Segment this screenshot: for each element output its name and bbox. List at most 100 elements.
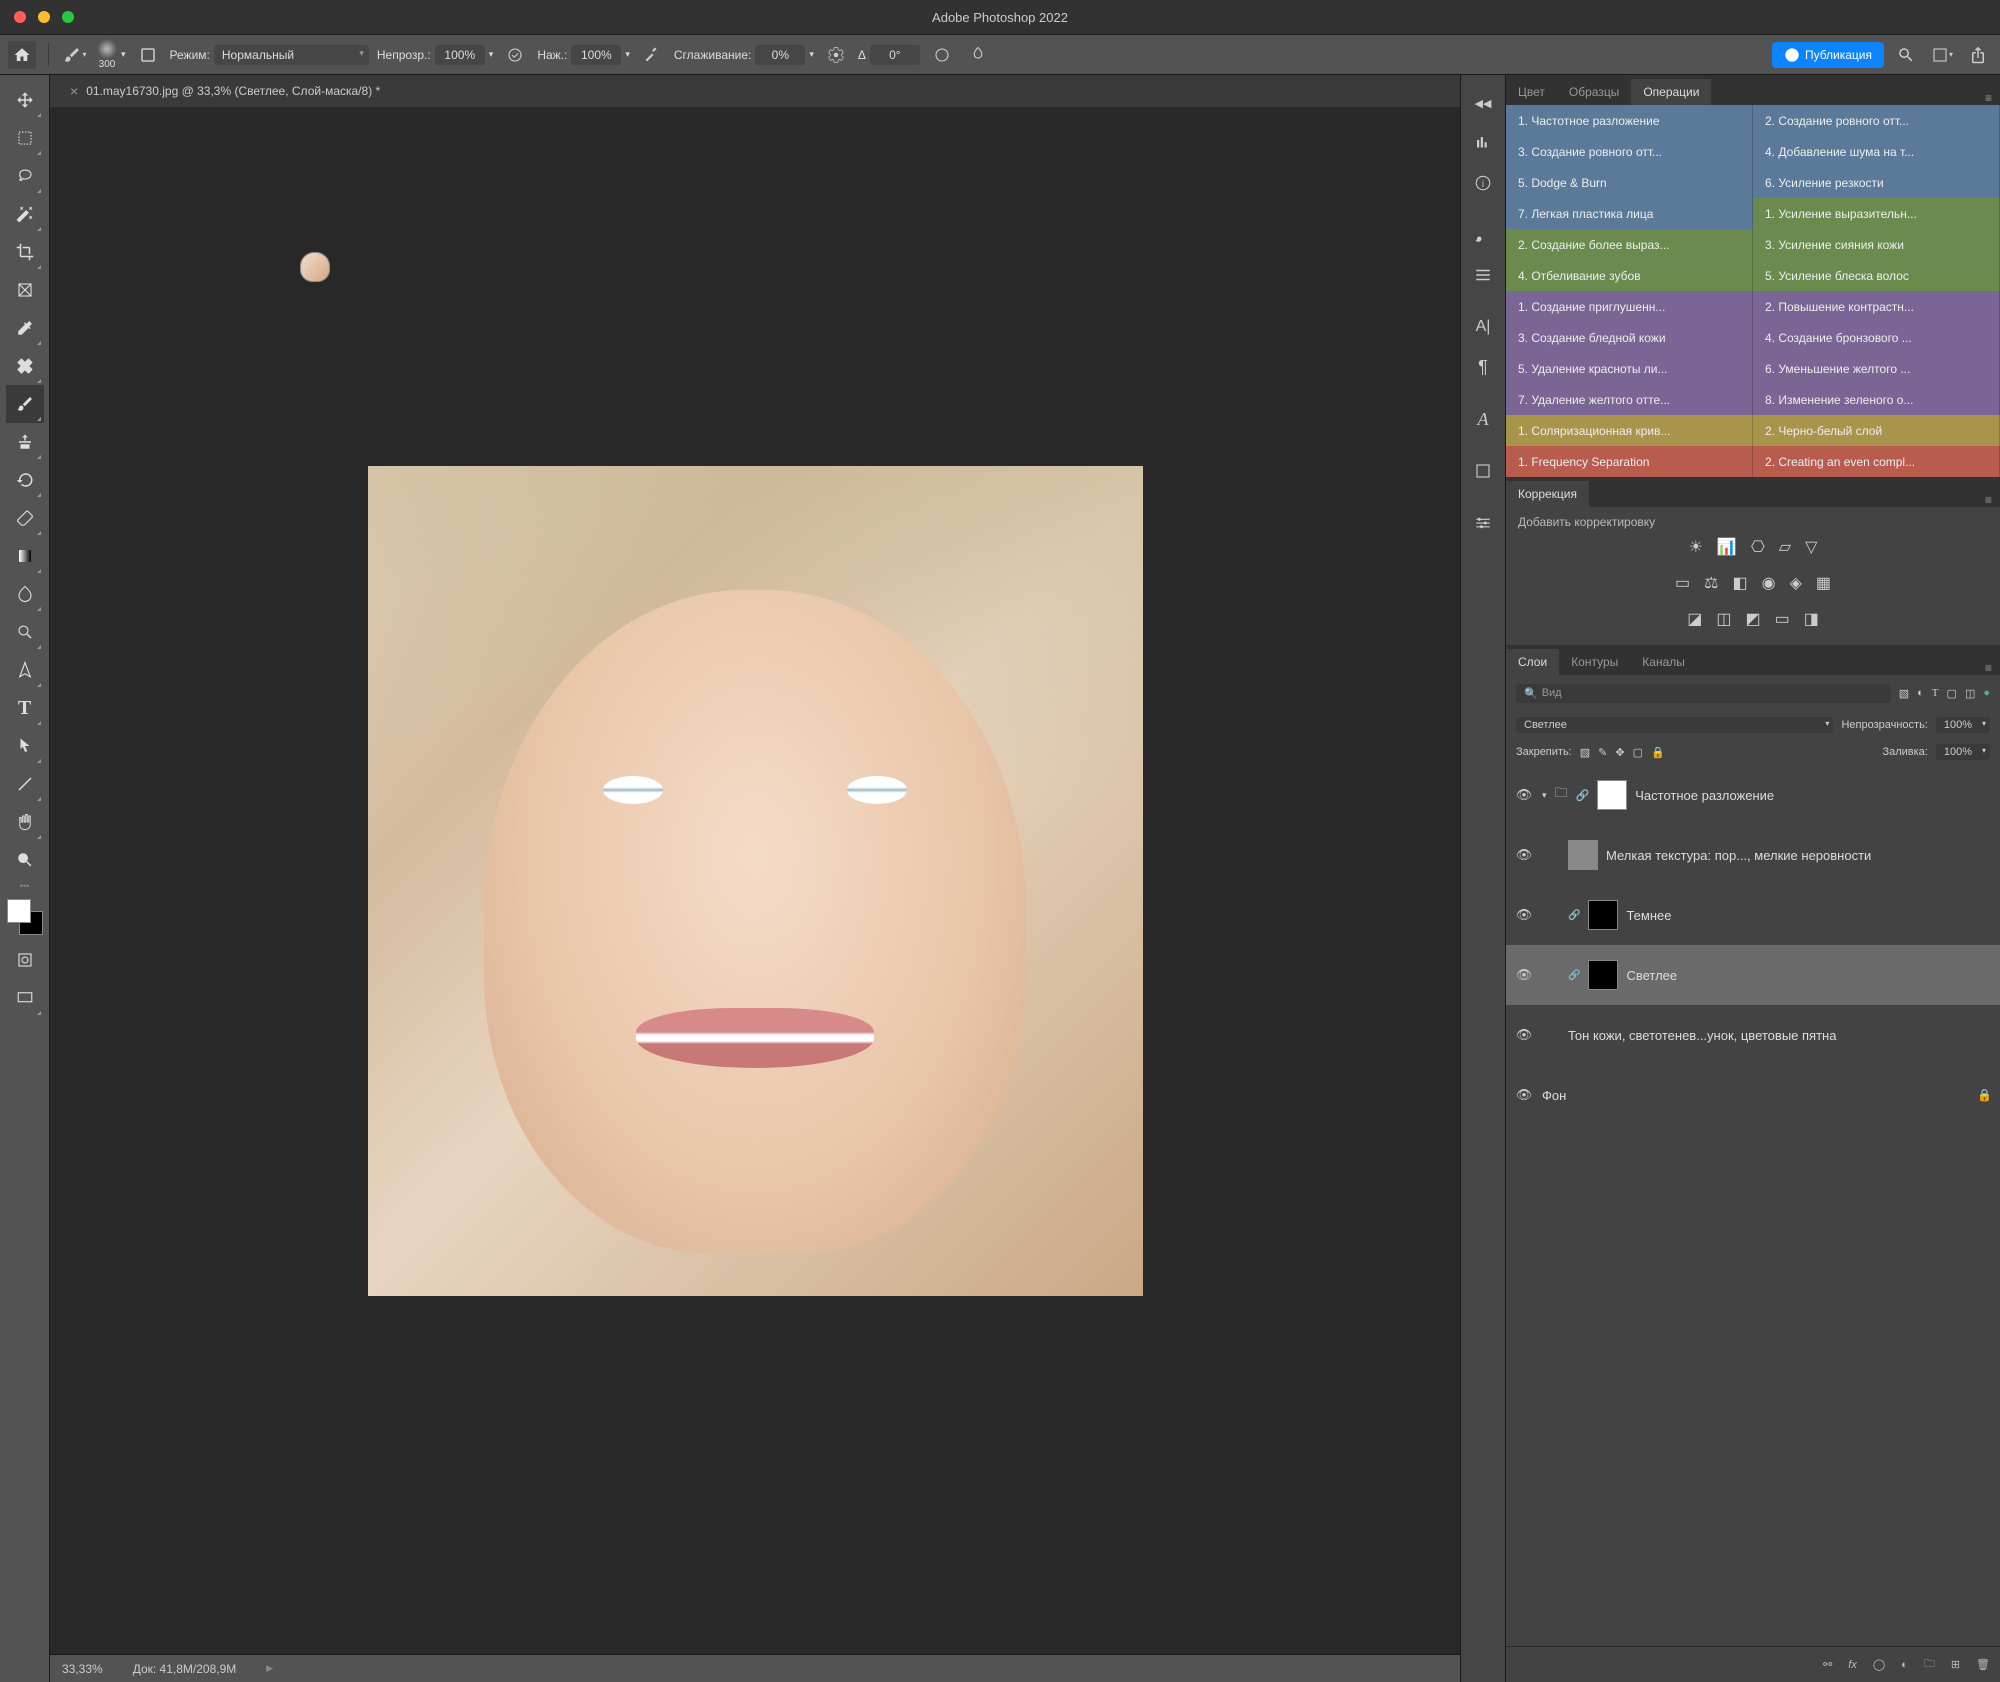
action-item[interactable]: 3. Создание ровного отт... <box>1506 136 1753 167</box>
lock-position-icon[interactable]: ✥ <box>1615 746 1624 759</box>
edit-toolbar-icon[interactable]: ••• <box>0 879 49 893</box>
hue-adjustment-icon[interactable]: ▭ <box>1675 573 1690 593</box>
link-layers-icon[interactable]: ⚯ <box>1823 1658 1832 1671</box>
blend-mode-dropdown[interactable]: Нормальный <box>214 45 369 65</box>
quick-mask-icon[interactable] <box>6 941 44 979</box>
action-item[interactable]: 1. Частотное разложение <box>1506 105 1753 136</box>
healing-brush-tool[interactable] <box>6 347 44 385</box>
layer-row[interactable]: 👁Тон кожи, светотенев...унок, цветовые п… <box>1506 1005 2000 1065</box>
filter-shape-icon[interactable]: ▢ <box>1947 687 1957 700</box>
character-panel-icon[interactable]: A| <box>1467 311 1499 343</box>
document-tab[interactable]: × 01.may16730.jpg @ 33,3% (Светлее, Слой… <box>58 75 392 107</box>
channel-mixer-adjustment-icon[interactable]: ◈ <box>1790 573 1802 593</box>
eraser-tool[interactable] <box>6 499 44 537</box>
delete-layer-icon[interactable]: 🗑 <box>1976 1658 1990 1671</box>
zoom-level[interactable]: 33,33% <box>62 1662 103 1676</box>
brush-panel-toggle[interactable] <box>134 41 162 69</box>
brightness-adjustment-icon[interactable]: ☀ <box>1689 537 1703 557</box>
layer-row[interactable]: 👁Мелкая текстура: пор..., мелкие неровно… <box>1506 825 2000 885</box>
tab-actions[interactable]: Операции <box>1631 79 1711 105</box>
smoothing-input[interactable]: 0% <box>755 45 805 65</box>
lock-transparency-icon[interactable]: ▧ <box>1580 746 1590 759</box>
posterize-adjustment-icon[interactable]: ◫ <box>1716 609 1731 629</box>
action-item[interactable]: 1. Соляризационная крив... <box>1506 415 1753 446</box>
tab-swatches[interactable]: Образцы <box>1557 79 1631 105</box>
lock-artboard-icon[interactable]: ▢ <box>1633 746 1643 759</box>
layer-mask-thumbnail[interactable] <box>1588 900 1618 930</box>
close-tab-icon[interactable]: × <box>70 83 78 99</box>
disclosure-icon[interactable]: ▾ <box>1542 790 1547 801</box>
layer-row[interactable]: 👁Фон🔒 <box>1506 1065 2000 1125</box>
zoom-window-icon[interactable] <box>62 11 74 23</box>
layer-thumbnail[interactable] <box>1568 840 1598 870</box>
symmetry-icon[interactable] <box>964 41 992 69</box>
gradient-tool[interactable] <box>6 537 44 575</box>
layer-name[interactable]: Частотное разложение <box>1635 788 1992 803</box>
filter-smart-icon[interactable]: ◫ <box>1965 687 1975 700</box>
move-tool[interactable] <box>6 81 44 119</box>
tab-layers[interactable]: Слои <box>1506 649 1559 675</box>
share-icon[interactable] <box>1964 41 1992 69</box>
action-item[interactable]: 4. Добавление шума на т... <box>1753 136 2000 167</box>
action-item[interactable]: 2. Создание более выраз... <box>1506 229 1753 260</box>
visibility-toggle-icon[interactable]: 👁 <box>1514 967 1534 983</box>
layer-name[interactable]: Мелкая текстура: пор..., мелкие неровнос… <box>1606 848 1992 863</box>
info-panel-icon[interactable]: i <box>1467 167 1499 199</box>
vibrance-adjustment-icon[interactable]: ▽ <box>1805 537 1817 557</box>
action-item[interactable]: 8. Изменение зеленого о... <box>1753 384 2000 415</box>
layer-row[interactable]: 👁🔗Светлее <box>1506 945 2000 1005</box>
visibility-toggle-icon[interactable]: 👁 <box>1514 1087 1534 1103</box>
action-item[interactable]: 7. Легкая пластика лица <box>1506 198 1753 229</box>
history-brush-tool[interactable] <box>6 461 44 499</box>
layer-row[interactable]: 👁🔗Темнее <box>1506 885 2000 945</box>
pressure-size-icon[interactable] <box>928 41 956 69</box>
doc-size[interactable]: Док: 41,8M/208,9M <box>133 1662 237 1676</box>
new-adjustment-layer-icon[interactable]: ◐ <box>1901 1659 1908 1671</box>
new-layer-icon[interactable]: ⊞ <box>1951 1658 1960 1671</box>
action-item[interactable]: 1. Усиление выразительн... <box>1753 198 2000 229</box>
pressure-opacity-icon[interactable] <box>501 41 529 69</box>
brushes-panel-icon[interactable] <box>1467 219 1499 251</box>
tab-paths[interactable]: Контуры <box>1559 649 1630 675</box>
photo-filter-adjustment-icon[interactable]: ◉ <box>1762 573 1776 593</box>
lock-painting-icon[interactable]: ✎ <box>1598 746 1607 759</box>
action-item[interactable]: 1. Создание приглушенн... <box>1506 291 1753 322</box>
canvas-area[interactable] <box>50 107 1460 1654</box>
action-item[interactable]: 7. Удаление желтого отте... <box>1506 384 1753 415</box>
levels-adjustment-icon[interactable]: 📊 <box>1717 537 1737 557</box>
marquee-tool[interactable] <box>6 119 44 157</box>
selective-color-adjustment-icon[interactable]: ◨ <box>1804 609 1819 629</box>
filter-adjustment-icon[interactable]: ◐ <box>1917 687 1924 699</box>
path-selection-tool[interactable] <box>6 727 44 765</box>
color-lookup-adjustment-icon[interactable]: ▦ <box>1816 573 1831 593</box>
smoothing-options-icon[interactable] <box>822 41 850 69</box>
action-item[interactable]: 6. Усиление резкости <box>1753 167 2000 198</box>
foreground-background-colors[interactable] <box>7 899 43 935</box>
layer-thumbnail[interactable] <box>1597 780 1627 810</box>
brush-preset-picker[interactable]: 300 ▾ <box>97 39 126 70</box>
add-mask-icon[interactable]: ◯ <box>1873 1658 1885 1671</box>
layer-mask-thumbnail[interactable] <box>1588 960 1618 990</box>
zoom-tool[interactable] <box>6 841 44 879</box>
action-item[interactable]: 3. Создание бледной кожи <box>1506 322 1753 353</box>
angle-input[interactable]: 0° <box>870 45 920 65</box>
curves-adjustment-icon[interactable]: ⎔ <box>1751 537 1765 557</box>
layer-row[interactable]: 👁▾🗀🔗Частотное разложение <box>1506 765 2000 825</box>
home-button[interactable] <box>8 41 36 69</box>
flow-input[interactable]: 100% <box>571 45 621 65</box>
action-item[interactable]: 6. Уменьшение желтого ... <box>1753 353 2000 384</box>
crop-tool[interactable] <box>6 233 44 271</box>
action-item[interactable]: 3. Усиление сияния кожи <box>1753 229 2000 260</box>
tool-preset-picker[interactable]: ▾ <box>61 41 89 69</box>
lock-all-icon[interactable]: 🔒 <box>1651 746 1665 759</box>
minimize-window-icon[interactable] <box>38 11 50 23</box>
libraries-panel-icon[interactable] <box>1467 455 1499 487</box>
panel-menu-icon[interactable]: ≡ <box>1977 661 2000 675</box>
hand-tool[interactable] <box>6 803 44 841</box>
visibility-toggle-icon[interactable]: 👁 <box>1514 787 1534 803</box>
filter-type-icon[interactable]: T <box>1932 687 1939 699</box>
action-item[interactable]: 2. Creating an even compl... <box>1753 446 2000 477</box>
color-balance-adjustment-icon[interactable]: ⚖ <box>1704 573 1718 593</box>
invert-adjustment-icon[interactable]: ◪ <box>1687 609 1702 629</box>
layer-blend-mode-dropdown[interactable]: Светлее <box>1516 717 1833 733</box>
